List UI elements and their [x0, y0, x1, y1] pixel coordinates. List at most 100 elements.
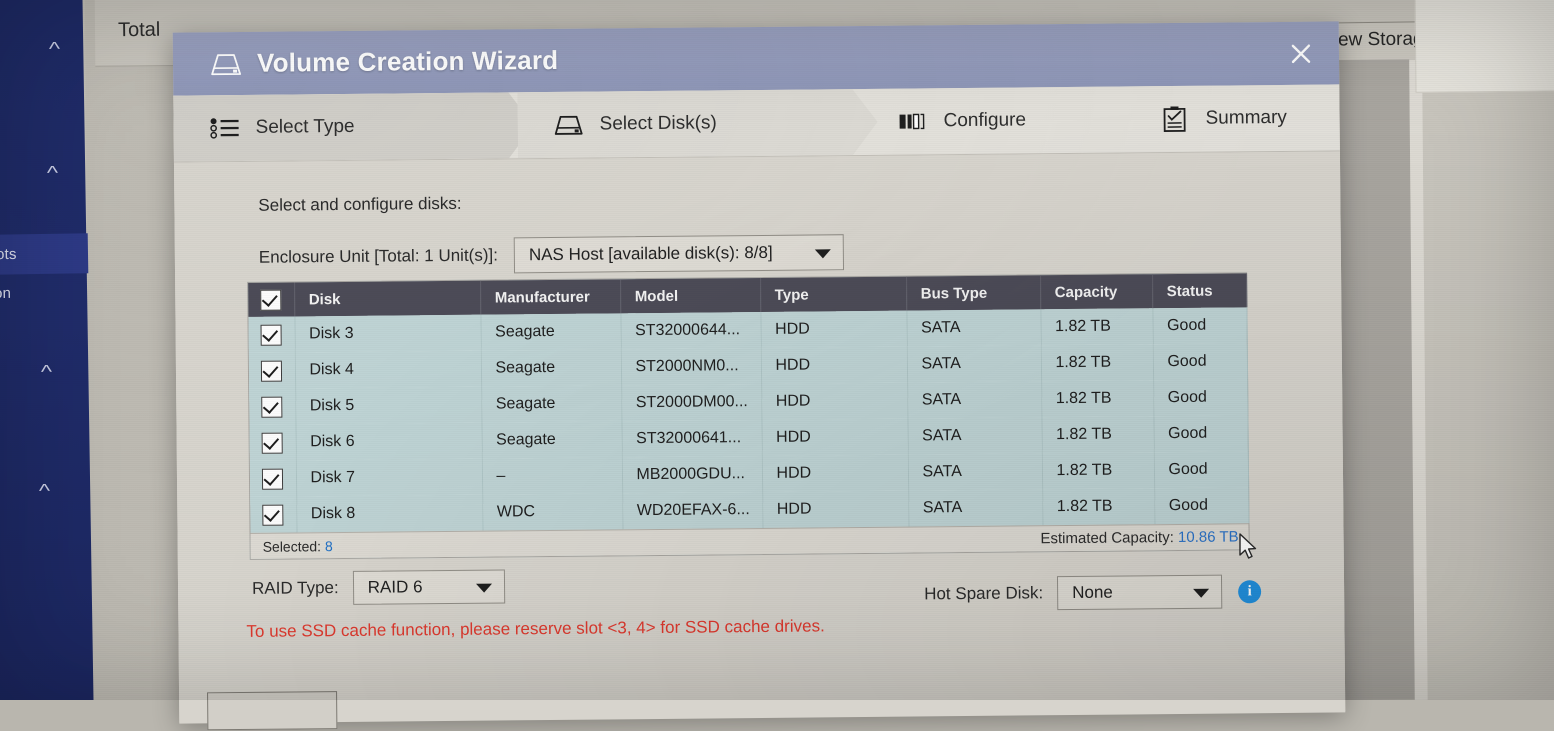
cell-manufacturer: Seagate: [480, 313, 620, 350]
cell-type: HDD: [762, 455, 908, 492]
cell-bus-type: SATA: [908, 489, 1042, 526]
wizard-step-label: Configure: [943, 109, 1026, 132]
wizard-step-summary[interactable]: Summary: [1123, 84, 1340, 152]
raid-type-select[interactable]: RAID 6: [353, 569, 505, 604]
chevron-down-icon: [1193, 589, 1209, 598]
disk-table-body: Disk 3SeagateST32000644...HDDSATA1.82 TB…: [248, 307, 1248, 533]
selected-label: Selected:: [263, 538, 322, 555]
info-icon[interactable]: i: [1238, 580, 1261, 603]
column-header-status[interactable]: Status: [1152, 273, 1246, 308]
dialog-title: Volume Creation Wizard: [257, 45, 559, 79]
close-icon[interactable]: [1285, 38, 1317, 70]
clipboard-check-icon: [1157, 104, 1191, 134]
row-checkbox-cell[interactable]: [250, 496, 296, 532]
disk-table-container: Disk Manufacturer Model Type Bus Type Ca…: [247, 272, 1250, 560]
wizard-step-select-type[interactable]: Select Type: [173, 92, 534, 161]
cell-disk: Disk 5: [295, 387, 481, 425]
cell-manufacturer: Seagate: [481, 349, 621, 386]
raid-blocks-icon: [895, 106, 929, 136]
row-checkbox-cell[interactable]: [249, 352, 295, 388]
cell-manufacturer: Seagate: [481, 421, 621, 458]
column-header-disk[interactable]: Disk: [294, 281, 480, 317]
enclosure-unit-label: Enclosure Unit [Total: 1 Unit(s)]:: [259, 246, 498, 268]
cell-status: Good: [1153, 343, 1247, 380]
column-header-bus-type[interactable]: Bus Type: [906, 275, 1040, 310]
row-checkbox-cell[interactable]: [249, 424, 295, 460]
cell-type: HDD: [761, 383, 907, 420]
hot-spare-value: None: [1058, 583, 1113, 604]
chevron-up-icon[interactable]: ^: [47, 164, 58, 183]
estimated-capacity-value: 10.86 TB: [1178, 528, 1239, 546]
disk-drive-icon: [551, 110, 585, 140]
ssd-cache-warning: To use SSD cache function, please reserv…: [246, 616, 824, 642]
column-header-model[interactable]: Model: [620, 278, 760, 313]
cell-type: HDD: [761, 347, 907, 384]
raid-type-row: RAID Type: RAID 6: [252, 569, 505, 605]
chevron-up-icon[interactable]: ^: [49, 40, 60, 59]
cell-model: ST2000NM0...: [621, 348, 761, 385]
sidebar-item-snapshots[interactable]: ots: [0, 246, 17, 263]
row-checkbox[interactable]: [261, 396, 282, 417]
chevron-up-icon[interactable]: ^: [41, 363, 52, 382]
cell-bus-type: SATA: [907, 417, 1041, 454]
cell-bus-type: SATA: [907, 381, 1041, 418]
background-right-field: [1422, 85, 1554, 700]
row-checkbox[interactable]: [262, 504, 283, 525]
background-right-panel: [1414, 0, 1554, 93]
cell-disk: Disk 3: [294, 315, 480, 353]
wizard-steps: Select Type Select Disk(s): [173, 84, 1340, 162]
app-sidebar: [0, 0, 94, 700]
disk-drive-icon: [209, 50, 243, 76]
row-checkbox[interactable]: [262, 468, 283, 489]
list-bullets-icon: [207, 113, 241, 143]
selected-count: Selected: 8: [263, 538, 333, 555]
cell-model: WD20EFAX-6...: [622, 492, 762, 529]
cell-disk: Disk 8: [296, 495, 482, 533]
cell-disk: Disk 4: [295, 351, 481, 389]
cell-model: MB2000GDU...: [622, 456, 762, 493]
select-all-checkbox[interactable]: [260, 289, 281, 310]
cell-capacity: 1.82 TB: [1041, 344, 1153, 381]
cell-bus-type: SATA: [908, 453, 1042, 490]
sidebar-item-configuration[interactable]: on: [0, 285, 11, 302]
column-header-capacity[interactable]: Capacity: [1040, 274, 1152, 309]
dialog-title-bar: Volume Creation Wizard: [173, 21, 1340, 95]
chevron-down-icon: [476, 584, 492, 593]
cell-type: HDD: [761, 419, 907, 456]
cell-manufacturer: Seagate: [481, 385, 621, 422]
cell-model: ST2000DM00...: [621, 384, 761, 421]
dialog-bottom-button[interactable]: [207, 691, 337, 730]
hot-spare-row: Hot Spare Disk: None i: [924, 574, 1261, 611]
hot-spare-select[interactable]: None: [1057, 575, 1222, 611]
column-header-manufacturer[interactable]: Manufacturer: [480, 279, 620, 314]
chevron-down-icon: [815, 249, 831, 258]
cell-capacity: 1.82 TB: [1040, 308, 1152, 345]
enclosure-unit-select[interactable]: NAS Host [available disk(s): 8/8]: [514, 234, 844, 273]
cell-status: Good: [1153, 379, 1247, 416]
dialog-body: Select and configure disks: Enclosure Un…: [174, 151, 1345, 723]
row-checkbox-cell[interactable]: [250, 460, 296, 496]
wizard-step-select-disks[interactable]: Select Disk(s): [517, 89, 878, 158]
cell-bus-type: SATA: [907, 345, 1041, 382]
row-checkbox-cell[interactable]: [249, 388, 295, 424]
column-header-type[interactable]: Type: [760, 277, 906, 312]
row-checkbox[interactable]: [261, 324, 282, 345]
cell-manufacturer: –: [482, 457, 622, 494]
cell-capacity: 1.82 TB: [1041, 380, 1153, 417]
wizard-step-label: Summary: [1205, 107, 1287, 130]
cell-type: HDD: [760, 311, 906, 348]
estimated-capacity: Estimated Capacity: 10.86 TB: [1040, 528, 1238, 547]
cell-capacity: 1.82 TB: [1042, 452, 1154, 489]
row-checkbox[interactable]: [261, 360, 282, 381]
disk-table: Disk Manufacturer Model Type Bus Type Ca…: [248, 273, 1249, 533]
enclosure-unit-value: NAS Host [available disk(s): 8/8]: [515, 243, 773, 265]
chevron-up-icon[interactable]: ^: [39, 482, 50, 501]
new-storage-button-label: ew Storag: [1338, 28, 1424, 51]
select-all-header[interactable]: [248, 282, 294, 316]
row-checkbox[interactable]: [262, 432, 283, 453]
row-checkbox-cell[interactable]: [248, 316, 294, 352]
hot-spare-label: Hot Spare Disk:: [924, 583, 1043, 604]
cell-type: HDD: [762, 491, 908, 528]
selected-count-value: 8: [325, 538, 333, 554]
wizard-step-label: Select Disk(s): [600, 112, 717, 135]
